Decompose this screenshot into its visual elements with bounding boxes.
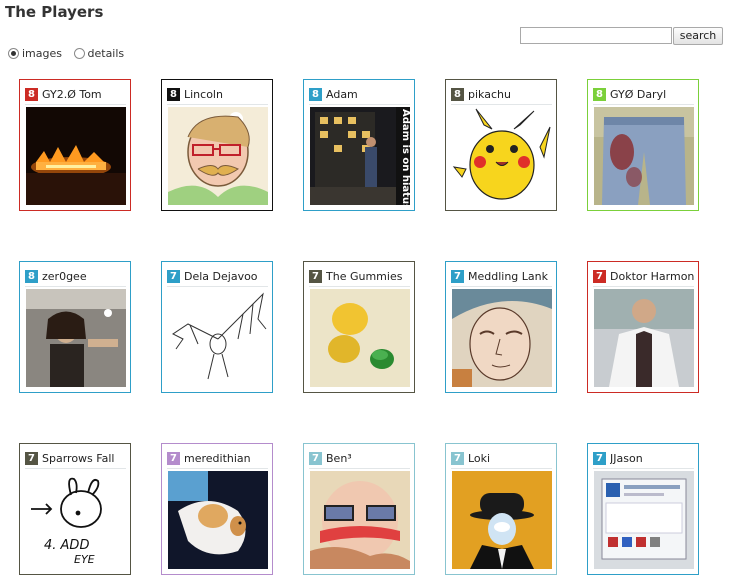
search-input[interactable]: [520, 27, 672, 44]
score-badge: 8: [309, 87, 322, 101]
player-card[interactable]: 8 pikachu: [445, 79, 557, 211]
player-photo[interactable]: [452, 107, 552, 205]
player-card-header: 8 Adam: [309, 87, 410, 105]
score-badge: 8: [167, 87, 180, 101]
player-card-header: 7 meredithian: [167, 451, 268, 469]
player-name-link[interactable]: pikachu: [468, 88, 511, 101]
player-photo[interactable]: [26, 289, 126, 387]
svg-text:4. ADD: 4. ADD: [44, 538, 89, 553]
player-card-header: 8 Lincoln: [167, 87, 268, 105]
score-badge: 7: [309, 451, 322, 465]
score-badge: 8: [593, 87, 606, 101]
player-name-link[interactable]: Lincoln: [184, 88, 223, 101]
player-card[interactable]: 7 Loki: [445, 443, 557, 575]
score-badge: 7: [593, 269, 606, 283]
page-title: The Players: [5, 3, 104, 21]
search-button[interactable]: search: [673, 27, 723, 45]
player-card-header: 7 Ben³: [309, 451, 410, 469]
player-name-link[interactable]: JJason: [610, 452, 643, 465]
view-option-details[interactable]: details: [73, 47, 125, 60]
player-card[interactable]: 7 JJason: [587, 443, 699, 575]
player-name-link[interactable]: Doktor Harmon: [610, 270, 694, 283]
player-photo[interactable]: [168, 107, 268, 205]
player-photo[interactable]: [452, 471, 552, 569]
player-name-link[interactable]: GYØ Daryl: [610, 88, 666, 101]
player-card-header: 7 The Gummies: [309, 269, 410, 287]
player-card[interactable]: 7 meredithian: [161, 443, 273, 575]
players-grid: 8 GY2.Ø Tom 8 Lincoln 8 Adam Adam is on hia…: [19, 79, 709, 575]
player-card-header: 7 Meddling Lank: [451, 269, 552, 287]
player-card-header: 8 pikachu: [451, 87, 552, 105]
player-card[interactable]: 8 Adam Adam is on hiatus: [303, 79, 415, 211]
player-card[interactable]: 7 Sparrows Fall 4. ADD EYE: [19, 443, 131, 575]
player-card[interactable]: 8 GY2.Ø Tom: [19, 79, 131, 211]
player-name-link[interactable]: The Gummies: [326, 270, 402, 283]
player-photo[interactable]: [310, 471, 410, 569]
player-name-link[interactable]: GY2.Ø Tom: [42, 88, 102, 101]
player-name-link[interactable]: Ben³: [326, 452, 352, 465]
view-option-images[interactable]: images: [8, 47, 62, 60]
player-photo[interactable]: [168, 289, 268, 387]
player-card-header: 7 Doktor Harmon: [593, 269, 694, 287]
player-photo[interactable]: [310, 289, 410, 387]
player-card[interactable]: 7 Meddling Lank: [445, 261, 557, 393]
player-name-link[interactable]: Dela Dejavoo: [184, 270, 258, 283]
player-card-header: 8 zer0gee: [25, 269, 126, 287]
player-card[interactable]: 7 The Gummies: [303, 261, 415, 393]
player-card[interactable]: 8 GYØ Daryl: [587, 79, 699, 211]
player-name-link[interactable]: Meddling Lank: [468, 270, 548, 283]
score-badge: 7: [451, 451, 464, 465]
player-card-header: 7 Sparrows Fall: [25, 451, 126, 469]
score-badge: 7: [451, 269, 464, 283]
score-badge: 7: [593, 451, 606, 465]
player-card[interactable]: 8 zer0gee: [19, 261, 131, 393]
player-photo[interactable]: 4. ADD EYE: [26, 471, 126, 569]
svg-text:Adam is on hiatus: Adam is on hiatus: [400, 109, 410, 205]
player-card[interactable]: 7 Ben³: [303, 443, 415, 575]
player-card[interactable]: 7 Doktor Harmon: [587, 261, 699, 393]
player-photo[interactable]: Adam is on hiatus: [310, 107, 410, 205]
details-label: details: [87, 47, 125, 60]
score-badge: 7: [167, 269, 180, 283]
player-name-link[interactable]: Loki: [468, 452, 490, 465]
player-photo[interactable]: [168, 471, 268, 569]
images-radio[interactable]: [8, 48, 19, 59]
player-card[interactable]: 7 Dela Dejavoo: [161, 261, 273, 393]
player-photo[interactable]: [594, 289, 694, 387]
player-name-link[interactable]: meredithian: [184, 452, 251, 465]
player-card-header: 7 Dela Dejavoo: [167, 269, 268, 287]
svg-text:EYE: EYE: [74, 553, 95, 566]
player-card-header: 7 JJason: [593, 451, 694, 469]
player-card-header: 7 Loki: [451, 451, 552, 469]
player-name-link[interactable]: Sparrows Fall: [42, 452, 114, 465]
score-badge: 8: [451, 87, 464, 101]
score-badge: 7: [167, 451, 180, 465]
player-photo[interactable]: [26, 107, 126, 205]
player-name-link[interactable]: Adam: [326, 88, 358, 101]
score-badge: 8: [25, 87, 38, 101]
score-badge: 8: [25, 269, 38, 283]
details-radio[interactable]: [73, 48, 85, 59]
player-photo[interactable]: [594, 107, 694, 205]
player-card-header: 8 GYØ Daryl: [593, 87, 694, 105]
player-photo[interactable]: [452, 289, 552, 387]
score-badge: 7: [25, 451, 38, 465]
player-card[interactable]: 8 Lincoln: [161, 79, 273, 211]
view-toggle: images details: [8, 47, 132, 62]
images-label: images: [22, 47, 62, 60]
player-card-header: 8 GY2.Ø Tom: [25, 87, 126, 105]
score-badge: 7: [309, 269, 322, 283]
player-name-link[interactable]: zer0gee: [42, 270, 87, 283]
player-photo[interactable]: [594, 471, 694, 569]
